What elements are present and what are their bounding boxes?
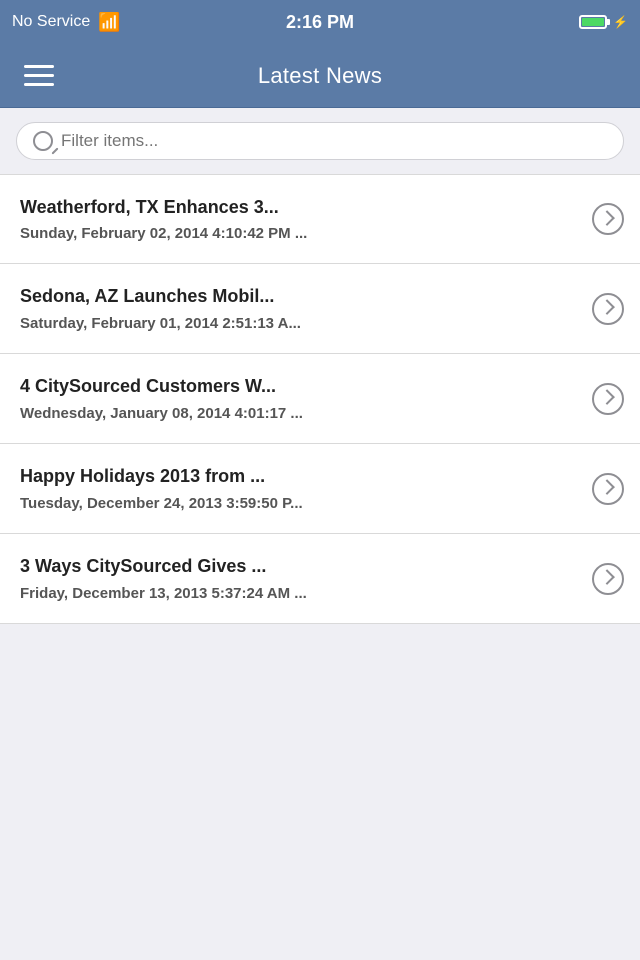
news-date: Tuesday, December 24, 2013 3:59:50 P... xyxy=(20,495,592,512)
news-date: Saturday, February 01, 2014 2:51:13 A... xyxy=(20,315,592,332)
news-title: 4 CitySourced Customers W... xyxy=(20,375,592,398)
wifi-icon: 📶 xyxy=(98,12,120,33)
hamburger-line-2 xyxy=(24,74,54,77)
chevron-right-icon xyxy=(592,563,624,595)
battery-body xyxy=(579,15,607,29)
search-bar[interactable] xyxy=(16,122,624,160)
news-title: Happy Holidays 2013 from ... xyxy=(20,465,592,488)
news-list: Weatherford, TX Enhances 3... Sunday, Fe… xyxy=(0,174,640,624)
news-date: Wednesday, January 08, 2014 4:01:17 ... xyxy=(20,405,592,422)
status-left: No Service 📶 xyxy=(12,12,121,33)
news-content: Sedona, AZ Launches Mobil... Saturday, F… xyxy=(20,285,592,331)
search-container xyxy=(0,108,640,174)
hamburger-line-1 xyxy=(24,65,54,68)
search-icon xyxy=(33,131,53,151)
list-item[interactable]: Happy Holidays 2013 from ... Tuesday, De… xyxy=(0,444,640,534)
battery-fill xyxy=(582,18,604,26)
hamburger-menu-button[interactable] xyxy=(16,57,62,94)
list-item[interactable]: 3 Ways CitySourced Gives ... Friday, Dec… xyxy=(0,534,640,624)
list-item[interactable]: 4 CitySourced Customers W... Wednesday, … xyxy=(0,354,640,444)
battery-indicator xyxy=(579,15,607,29)
status-bar: No Service 📶 2:16 PM ⚡ xyxy=(0,0,640,44)
status-right: ⚡ xyxy=(579,15,628,29)
news-content: Weatherford, TX Enhances 3... Sunday, Fe… xyxy=(20,196,592,242)
signal-text: No Service xyxy=(12,13,90,31)
hamburger-line-3 xyxy=(24,83,54,86)
news-content: Happy Holidays 2013 from ... Tuesday, De… xyxy=(20,465,592,511)
list-item[interactable]: Weatherford, TX Enhances 3... Sunday, Fe… xyxy=(0,174,640,264)
charging-icon: ⚡ xyxy=(613,15,628,29)
chevron-right-icon xyxy=(592,383,624,415)
page-title: Latest News xyxy=(258,63,382,89)
news-content: 4 CitySourced Customers W... Wednesday, … xyxy=(20,375,592,421)
chevron-right-icon xyxy=(592,293,624,325)
news-title: Sedona, AZ Launches Mobil... xyxy=(20,285,592,308)
news-date: Sunday, February 02, 2014 4:10:42 PM ... xyxy=(20,225,592,242)
nav-bar: Latest News xyxy=(0,44,640,108)
search-input[interactable] xyxy=(61,131,607,151)
list-item[interactable]: Sedona, AZ Launches Mobil... Saturday, F… xyxy=(0,264,640,354)
news-title: Weatherford, TX Enhances 3... xyxy=(20,196,592,219)
status-time: 2:16 PM xyxy=(286,12,354,33)
news-date: Friday, December 13, 2013 5:37:24 AM ... xyxy=(20,585,592,602)
chevron-right-icon xyxy=(592,473,624,505)
chevron-right-icon xyxy=(592,203,624,235)
news-title: 3 Ways CitySourced Gives ... xyxy=(20,555,592,578)
news-content: 3 Ways CitySourced Gives ... Friday, Dec… xyxy=(20,555,592,601)
